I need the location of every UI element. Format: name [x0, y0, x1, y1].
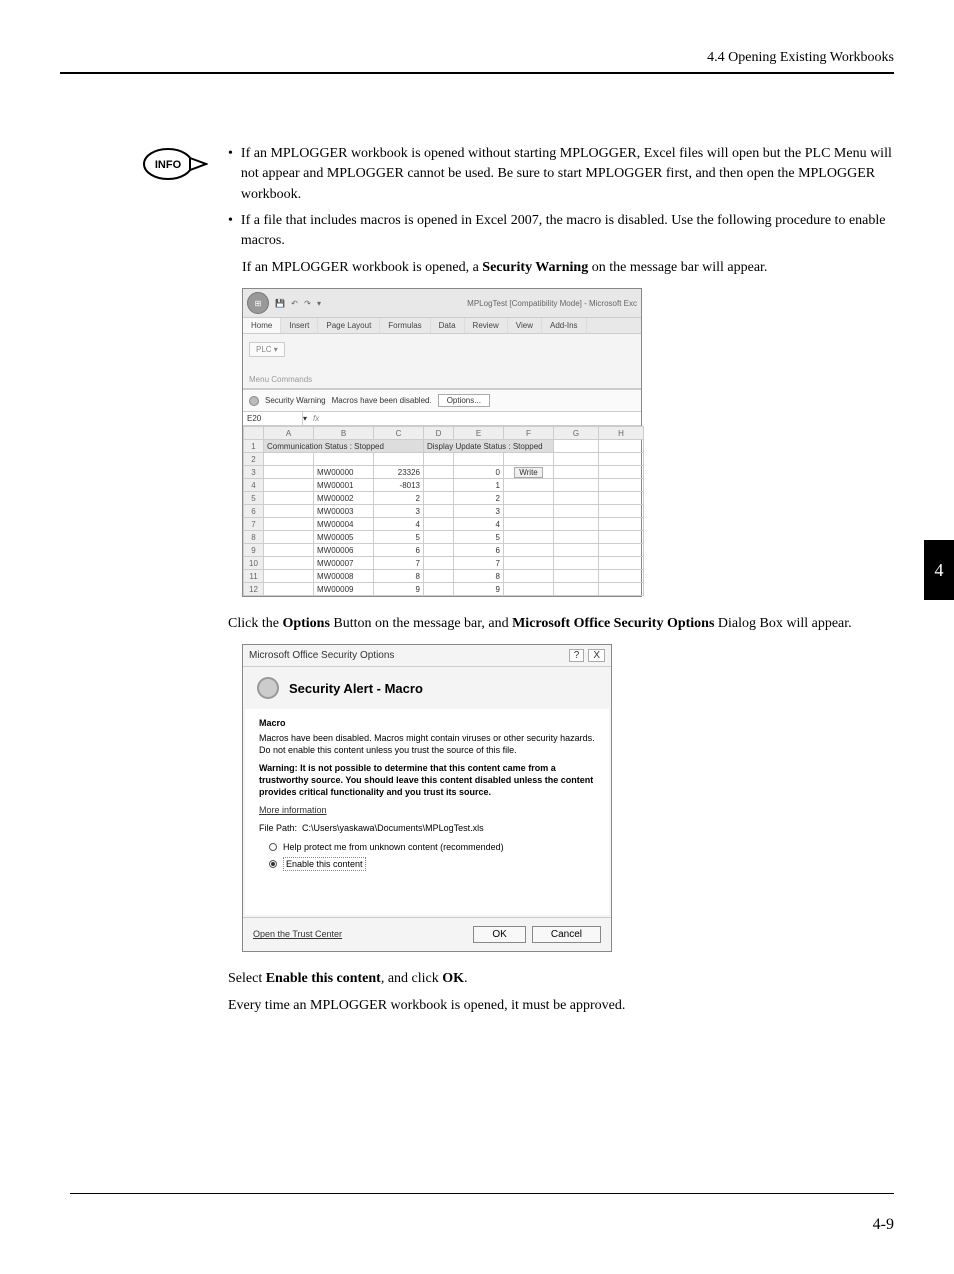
footer-rule — [70, 1193, 894, 1194]
column-headers: A B C D E F G H — [244, 427, 644, 440]
name-box[interactable]: E20 — [243, 412, 303, 425]
cancel-button[interactable]: Cancel — [532, 926, 601, 943]
table-row[interactable]: 1 Communication Status : Stopped Display… — [244, 440, 644, 453]
bullet-text: If a file that includes macros is opened… — [241, 211, 894, 252]
warning-text: Warning: It is not possible to determine… — [259, 762, 595, 798]
dialog-header: Security Alert - Macro — [243, 667, 611, 709]
dialog-titlebar: Microsoft Office Security Options ? X — [243, 645, 611, 667]
ribbon-tabs: Home Insert Page Layout Formulas Data Re… — [243, 318, 641, 334]
tab-review[interactable]: Review — [465, 318, 508, 333]
table-row[interactable]: 9MW0000666 — [244, 544, 644, 557]
fx-label[interactable]: fx — [307, 412, 325, 425]
bullet-item: • If an MPLOGGER workbook is opened with… — [228, 144, 894, 205]
table-row[interactable]: 12MW0000999 — [244, 583, 644, 596]
table-row[interactable]: 7MW0000444 — [244, 518, 644, 531]
select-enable-paragraph: Select Enable this content, and click OK… — [228, 968, 894, 989]
content-column: • If an MPLOGGER workbook is opened with… — [228, 144, 894, 1022]
tab-page-layout[interactable]: Page Layout — [318, 318, 380, 333]
tab-data[interactable]: Data — [431, 318, 465, 333]
menu-commands-label: Menu Commands — [249, 375, 635, 384]
page-number: 4-9 — [873, 1216, 894, 1234]
help-icon[interactable]: ? — [569, 649, 585, 662]
message-bar: Security Warning Macros have been disabl… — [243, 389, 641, 412]
main-content: INFO • If an MPLOGGER workbook is opened… — [140, 144, 894, 1022]
tab-formulas[interactable]: Formulas — [380, 318, 430, 333]
radio-enable[interactable]: Enable this content — [269, 857, 595, 871]
table-row[interactable]: 6MW0000333 — [244, 505, 644, 518]
options-button[interactable]: Options... — [438, 394, 490, 407]
radio-protect[interactable]: Help protect me from unknown content (re… — [269, 841, 595, 853]
excel-screenshot: ⊞ 💾 ↶ ↷ ▾ MPLogTest [Compatibility Mode]… — [242, 288, 894, 597]
page-header: 4.4 Opening Existing Workbooks — [60, 50, 894, 74]
file-path-row: File Path: C:\Users\yaskawa\Documents\MP… — [259, 822, 595, 834]
window-title: MPLogTest [Compatibility Mode] - Microso… — [467, 299, 637, 308]
click-options-paragraph: Click the Options Button on the message … — [228, 613, 894, 634]
table-row[interactable]: 8MW0000555 — [244, 531, 644, 544]
tab-addins[interactable]: Add-Ins — [542, 318, 587, 333]
security-warning-sentence: If an MPLOGGER workbook is opened, a Sec… — [242, 257, 894, 278]
security-warning-label: Security Warning — [265, 396, 326, 405]
radio-icon[interactable] — [269, 860, 277, 868]
approval-note: Every time an MPLOGGER workbook is opene… — [228, 995, 894, 1016]
svg-text:INFO: INFO — [155, 159, 182, 171]
radio-icon[interactable] — [269, 843, 277, 851]
table-row[interactable]: 4MW00001-80131 — [244, 479, 644, 492]
tab-home[interactable]: Home — [243, 318, 281, 333]
close-button[interactable]: X — [588, 649, 605, 662]
table-row[interactable]: 2 — [244, 453, 644, 466]
table-row[interactable]: 11MW0000888 — [244, 570, 644, 583]
table-row[interactable]: 3 MW00000 23326 0 Write — [244, 466, 644, 479]
tab-view[interactable]: View — [508, 318, 542, 333]
security-options-dialog: Microsoft Office Security Options ? X Se… — [242, 644, 612, 951]
plc-menu-button[interactable]: PLC ▾ — [249, 342, 285, 357]
security-warning-text: Macros have been disabled. — [332, 396, 432, 405]
macro-heading: Macro — [259, 717, 595, 729]
trust-center-link[interactable]: Open the Trust Center — [253, 929, 342, 939]
table-row[interactable]: 5MW0000222 — [244, 492, 644, 505]
dialog-footer: Open the Trust Center OK Cancel — [243, 917, 611, 951]
ribbon-body: PLC ▾ Menu Commands — [243, 334, 641, 389]
macro-disabled-text: Macros have been disabled. Macros might … — [259, 732, 595, 756]
dialog-body: Macro Macros have been disabled. Macros … — [245, 709, 609, 914]
excel-titlebar: ⊞ 💾 ↶ ↷ ▾ MPLogTest [Compatibility Mode]… — [243, 289, 641, 318]
chapter-tab: 4 — [924, 540, 954, 600]
ok-button[interactable]: OK — [473, 926, 525, 943]
quick-access-toolbar[interactable]: 💾 ↶ ↷ ▾ — [275, 299, 323, 308]
shield-icon — [249, 396, 259, 406]
office-button-icon[interactable]: ⊞ — [247, 292, 269, 314]
write-button[interactable]: Write — [514, 467, 543, 478]
bullet-item: • If a file that includes macros is open… — [228, 211, 894, 252]
alert-title: Security Alert - Macro — [289, 681, 423, 696]
table-row[interactable]: 10MW0000777 — [244, 557, 644, 570]
shield-icon — [257, 677, 279, 699]
info-icon: INFO — [140, 144, 208, 184]
dialog-title: Microsoft Office Security Options — [249, 650, 394, 661]
section-title: 4.4 Opening Existing Workbooks — [707, 50, 894, 65]
spreadsheet-grid[interactable]: A B C D E F G H 1 Communication Status :… — [243, 426, 641, 596]
formula-bar: E20 ▾ fx — [243, 412, 641, 426]
bullet-dot: • — [228, 211, 233, 252]
more-info-link[interactable]: More information — [259, 805, 327, 815]
bullet-dot: • — [228, 144, 233, 205]
tab-insert[interactable]: Insert — [281, 318, 318, 333]
bullet-text: If an MPLOGGER workbook is opened withou… — [241, 144, 894, 205]
